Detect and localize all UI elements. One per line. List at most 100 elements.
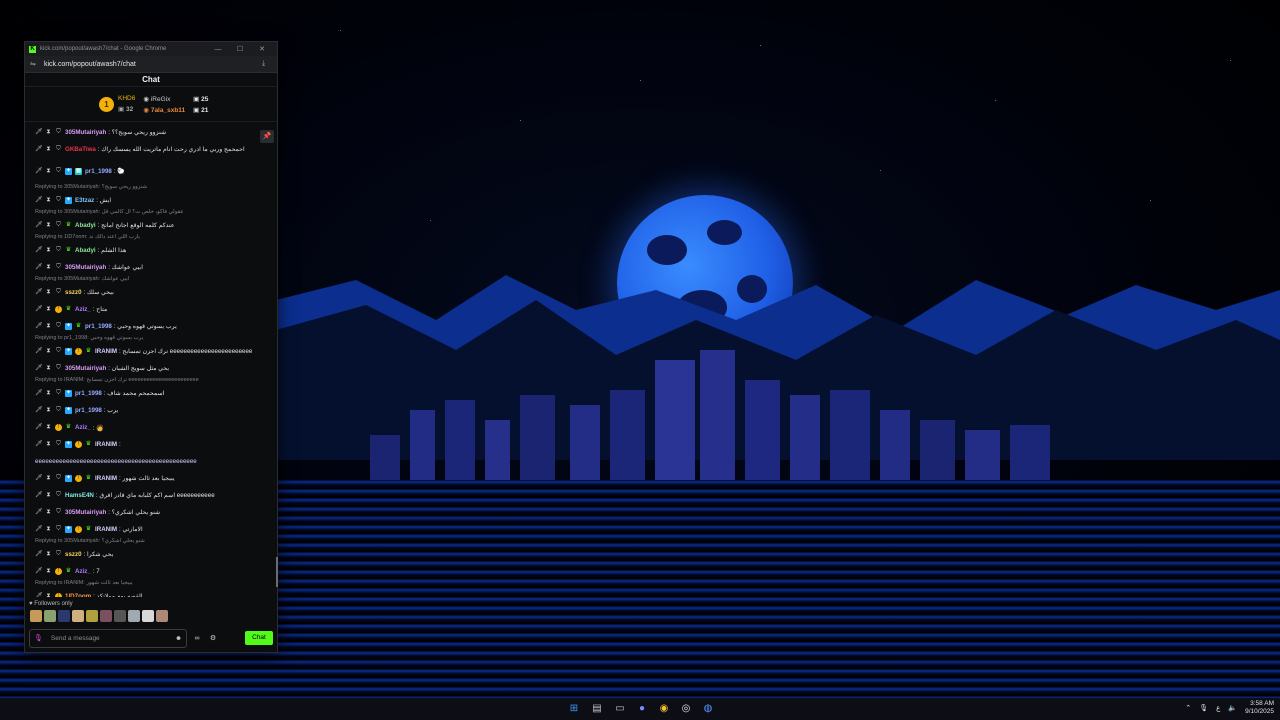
avatar[interactable] (58, 610, 70, 622)
message-placeholder[interactable]: Send a message (51, 635, 175, 642)
emote-icon[interactable]: ☻ (175, 635, 182, 642)
avatar[interactable] (114, 610, 126, 622)
chat-message[interactable]: 🗡 ⧗ ⛉ 305Mutairiyah: شنزوو ريحي سويج؟؟ (35, 124, 277, 141)
chat-username[interactable]: Aziz_ (75, 568, 91, 575)
chat-message[interactable]: 🗡 ⧗! 1lD7oom: القصه يوم مولاتكد (35, 588, 277, 597)
chat-message[interactable]: 🗡 ⧗! ♛ Aziz_: 🧑 (35, 419, 277, 436)
chat-username[interactable]: 305Mutairiyah (65, 129, 106, 136)
chat-username[interactable]: 305Mutairiyah (65, 264, 106, 271)
chat-message-text: : هذا الشلم (97, 247, 127, 254)
chat-username[interactable]: E3tzaz (75, 197, 94, 204)
chat-username[interactable]: Aziz_ (75, 306, 91, 313)
link-icon[interactable]: ∞ (191, 635, 203, 642)
chat-message[interactable]: 🗡 ⧗ ⛉ sszz0: بيحي سلك (35, 284, 277, 301)
avatar[interactable] (128, 610, 140, 622)
leaderboard-user-3[interactable]: ◉ 7ala_sxb11 (143, 106, 185, 114)
chat-username[interactable]: 305Mutairiyah (65, 365, 106, 372)
reply-context[interactable]: Replying to 305Mutairiyah: شنو يحلي اشكر… (35, 538, 277, 546)
chat-message[interactable]: 🗡 ⧗ ⛉ ✦ E3tzaz: ايش (35, 192, 277, 209)
send-chat-button[interactable]: Chat (245, 631, 273, 645)
chat-username[interactable]: pr1_1998 (85, 323, 112, 330)
chat-message[interactable]: 🗡 ⧗ ⛉ GKBaTiwa: احمحمج وربي ما ادري رحت انا… (35, 141, 277, 158)
terminal-icon[interactable]: ▭ (612, 701, 628, 717)
chat-message[interactable]: 🗡 ⧗! ♛ Aziz_: 7 (35, 563, 277, 580)
chat-message[interactable]: 🗡 ⧗ ⛉ sszz0: يحي شكرا (35, 546, 277, 563)
chrome-icon[interactable]: ◉ (656, 701, 672, 717)
chat-message[interactable]: 🗡 ⧗ ⛉ ♛ Abadyi: هذا الشلم (35, 242, 277, 259)
chat-message[interactable]: 🗡 ⧗ ⛉ ✦! ♛ IRANIM: يبيجيا بعد ثالث شهور (35, 470, 277, 487)
hg-badge-icon: ⧗ (46, 551, 51, 557)
chat-username[interactable]: pr1_1998 (75, 390, 102, 397)
chat-username[interactable]: IRANIM (95, 348, 117, 355)
chat-message[interactable]: 🗡 ⧗ ⛉ ♛ Abadyi: عندكم كلمه الوقع اجانح امانج (35, 217, 277, 234)
leaderboard-user-1[interactable]: KHD6 (118, 95, 135, 102)
chat-message[interactable]: 🗡 ⧗ ⛉ ✦! ♛ IRANIM: ترك اجزن تمسابح eeeeeeeeee… (35, 343, 277, 360)
avatar[interactable] (30, 610, 42, 622)
chat-username[interactable]: IRANIM (95, 441, 117, 448)
microphone-icon[interactable]: 🎙 (34, 634, 43, 642)
reply-context[interactable]: Replying to IRANIM: يبيجيا بعد ثالث شهور (35, 580, 277, 588)
chat-username[interactable]: pr1_1998 (75, 407, 102, 414)
chat-username[interactable]: 305Mutairiyah (65, 509, 106, 516)
minimize-icon[interactable]: — (207, 46, 229, 53)
settings-gear-icon[interactable]: ⚙ (207, 634, 219, 642)
reply-context[interactable]: Replying to pr1_1998: يرب بسوتي قهوه وحب… (35, 335, 277, 343)
avatar[interactable] (86, 610, 98, 622)
reply-context[interactable]: Replying to 305Mutairiyah: عقولي فاكو، خ… (35, 209, 277, 217)
chat-message[interactable]: 🗡 ⧗ ⛉ ✦ ▦ pr1_1998: 🐑 (35, 158, 277, 184)
chat-username[interactable]: IRANIM (95, 526, 117, 533)
maximize-icon[interactable]: ☐ (229, 45, 251, 53)
chat-message[interactable]: 🗡 ⧗ ⛉ HamsE4N: اسم اكم كلبابه ماي قادر اقرق… (35, 487, 277, 504)
close-icon[interactable]: ✕ (251, 45, 273, 53)
volume-icon[interactable]: 🔈 (1228, 704, 1237, 712)
site-settings-icon[interactable]: ⇋ (30, 60, 40, 68)
download-icon[interactable]: ⤓ (262, 60, 272, 68)
avatar[interactable] (142, 610, 154, 622)
message-input[interactable]: 🎙 Send a message ☻ (29, 628, 187, 648)
chat-message[interactable]: 🗡 ⧗ ⛉ ✦ ♛ pr1_1998: يرب يسوتي قهوه وحبي (35, 318, 277, 335)
chat-message[interactable]: 🗡 ⧗ ⛉ ✦! ♛ IRANIM: (35, 436, 277, 453)
chat-username[interactable]: pr1_1998 (85, 168, 112, 175)
chat-username[interactable]: Aziz_ (75, 424, 91, 431)
reply-context[interactable]: Replying to 1lD7oom: يارب اللي اعتذ دالك… (35, 234, 277, 242)
microphone-tray-icon[interactable]: 🎙 (1199, 704, 1208, 712)
obs-icon[interactable]: ◎ (678, 701, 694, 717)
app-icon[interactable]: ◍ (700, 701, 716, 717)
chat-username[interactable]: 1lD7oom (65, 593, 91, 597)
chat-messages-list[interactable]: 📌 🗡 ⧗ ⛉ 305Mutairiyah: شنزوو ريحي سويج؟؟ 🗡 ⧗ ⛉… (25, 122, 277, 597)
chat-message[interactable]: 🗡 ⧗ ⛉ ✦! ♛ IRANIM: الامارتي (35, 521, 277, 538)
discord-icon[interactable]: ● (634, 701, 650, 717)
chat-username[interactable]: sszz0 (65, 551, 82, 558)
address-bar[interactable]: ⇋ kick.com/popout/awash7/chat ⤓ (25, 56, 277, 73)
reply-context[interactable]: Replying to 305Mutairiyah: شنزوو ريحي سو… (35, 184, 277, 192)
url-text[interactable]: kick.com/popout/awash7/chat (44, 61, 262, 68)
pin-icon[interactable]: 📌 (260, 130, 274, 143)
leaderboard-user-2[interactable]: ◉ iReGix (143, 95, 185, 103)
chat-username[interactable]: GKBaTiwa (65, 146, 96, 153)
chat-username[interactable]: Abadyi (75, 222, 96, 229)
avatar[interactable] (100, 610, 112, 622)
avatar[interactable] (44, 610, 56, 622)
show-hidden-icons-icon[interactable]: ⌃ (1185, 704, 1191, 712)
chat-message[interactable]: eeeeeeeeeeeeeeeeeeeeeeeeeeeeeeeeeeeeeeee… (35, 453, 277, 470)
reply-context[interactable]: Replying to IRANIM: ترك اجزن تمسابح eeee… (35, 377, 277, 385)
avatar[interactable] (72, 610, 84, 622)
chat-message[interactable]: 🗡 ⧗ ⛉ ✦ pr1_1998: يرب (35, 402, 277, 419)
reply-context[interactable]: Replying to 305Mutairiyah: ابيي عواشك (35, 276, 277, 284)
clock[interactable]: 3:58 AM 9/10/2025 (1245, 700, 1274, 716)
chat-message[interactable]: 🗡 ⧗ ⛉ 305Mutairiyah: يحي مثل سويج الشبان (35, 360, 277, 377)
chat-message[interactable]: 🗡 ⧗ ⛉ ✦ pr1_1998: اسمحمحم محمد شاف (35, 385, 277, 402)
start-menu-icon[interactable]: ⊞ (566, 701, 582, 717)
avatar[interactable] (156, 610, 168, 622)
chat-username[interactable]: Abadyi (75, 247, 96, 254)
chat-message[interactable]: 🗡 ⧗ ⛉ 305Mutairiyah: شنو يحلي اشكري؟ (35, 504, 277, 521)
chat-message[interactable]: 🗡 ⧗ ⛉ 305Mutairiyah: ابيي عواشك (35, 259, 277, 276)
chat-username[interactable]: sszz0 (65, 289, 82, 296)
chat-username[interactable]: HamsE4N (65, 492, 94, 499)
chat-scrollbar[interactable] (276, 557, 278, 587)
system-tray: ⌃ 🎙 ع 🔈 3:58 AM 9/10/2025 (1185, 700, 1274, 716)
file-explorer-icon[interactable]: ▤ (589, 701, 605, 717)
chat-message[interactable]: 🗡 ⧗! ♛ Aziz_: متاح (35, 301, 277, 318)
language-indicator[interactable]: ع (1216, 704, 1220, 712)
chat-username[interactable]: IRANIM (95, 475, 117, 482)
